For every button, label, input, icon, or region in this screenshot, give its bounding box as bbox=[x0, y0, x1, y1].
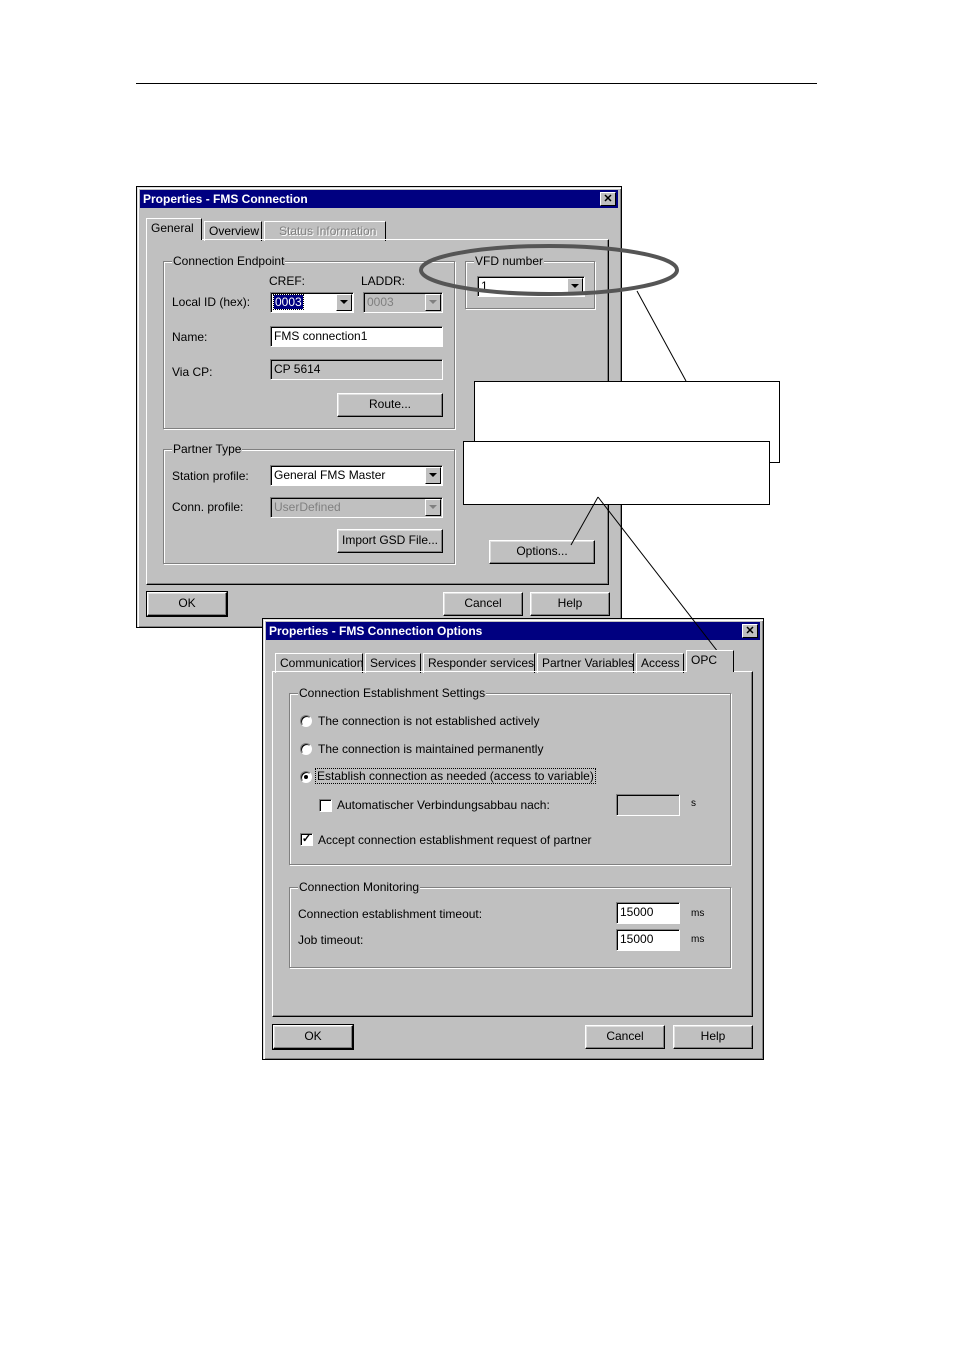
connection-endpoint-title: Connection Endpoint bbox=[172, 254, 286, 268]
chevron-down-icon[interactable] bbox=[567, 278, 583, 295]
conn-profile-combo: UserDefined bbox=[270, 497, 443, 518]
vfd-number-combo[interactable]: 1 bbox=[477, 276, 585, 297]
auto-disconnect-label: Automatischer Verbindungsabbau nach: bbox=[337, 798, 550, 812]
radio-establish-as-needed[interactable] bbox=[300, 771, 312, 783]
auto-disconnect-checkbox[interactable] bbox=[319, 799, 332, 812]
vfd-number-value: 1 bbox=[481, 279, 488, 293]
partner-type-title: Partner Type bbox=[172, 442, 243, 456]
tab-responder-services[interactable]: Responder services bbox=[423, 653, 535, 673]
station-profile-combo[interactable]: General FMS Master bbox=[270, 465, 443, 486]
connection-monitoring-group: Connection Monitoring bbox=[289, 880, 731, 968]
station-profile-value: General FMS Master bbox=[274, 468, 386, 482]
callout-box-bottom bbox=[463, 441, 770, 505]
name-input[interactable]: FMS connection1 bbox=[270, 326, 443, 347]
establishment-settings-title: Connection Establishment Settings bbox=[298, 686, 487, 700]
local-id-label: Local ID (hex): bbox=[172, 295, 251, 309]
cancel-button[interactable]: Cancel bbox=[443, 592, 523, 616]
chevron-down-icon[interactable] bbox=[336, 294, 352, 311]
radio-maintained-permanently-label: The connection is maintained permanently bbox=[318, 742, 544, 756]
chevron-down-icon bbox=[425, 499, 441, 516]
conn-profile-value: UserDefined bbox=[274, 500, 341, 514]
job-timeout-input[interactable]: 15000 bbox=[616, 929, 680, 951]
radio-establish-as-needed-label: Establish connection as needed (access t… bbox=[315, 768, 596, 784]
radio-not-established-label: The connection is not established active… bbox=[318, 714, 540, 728]
auto-disconnect-unit: s bbox=[691, 798, 696, 809]
fms-connection-options-dialog: Properties - FMS Connection Options ✕ Co… bbox=[262, 618, 764, 1060]
local-id-combo[interactable]: 0003 bbox=[270, 292, 354, 313]
ok-button[interactable]: OK bbox=[146, 591, 228, 617]
pointer-line-vfd bbox=[636, 290, 687, 382]
establishment-timeout-input[interactable]: 15000 bbox=[616, 902, 680, 924]
auto-disconnect-input bbox=[616, 794, 680, 816]
accept-request-checkbox[interactable]: ✓ bbox=[300, 833, 313, 846]
close-icon[interactable]: ✕ bbox=[742, 624, 758, 638]
establishment-timeout-label: Connection establishment timeout: bbox=[298, 907, 483, 921]
local-id-value: 0003 bbox=[273, 294, 304, 310]
options-cancel-button[interactable]: Cancel bbox=[585, 1025, 665, 1049]
tab-status-information: Status Information bbox=[264, 221, 386, 241]
establishment-timeout-unit: ms bbox=[691, 908, 705, 919]
route-button[interactable]: Route... bbox=[337, 393, 443, 417]
laddr-label: LADDR: bbox=[361, 274, 406, 288]
accept-request-label: Accept connection establishment request … bbox=[318, 833, 592, 847]
laddr-value: 0003 bbox=[367, 295, 394, 309]
via-cp-label: Via CP: bbox=[172, 365, 213, 379]
close-icon[interactable]: ✕ bbox=[600, 192, 616, 206]
conn-profile-label: Conn. profile: bbox=[172, 500, 244, 514]
options-titlebar: Properties - FMS Connection Options ✕ bbox=[266, 622, 760, 640]
job-timeout-label: Job timeout: bbox=[298, 933, 364, 947]
tab-general[interactable]: General bbox=[146, 218, 202, 240]
tab-opc[interactable]: OPC bbox=[686, 650, 734, 672]
dialog-titlebar: Properties - FMS Connection ✕ bbox=[140, 190, 618, 208]
radio-not-established[interactable] bbox=[300, 715, 312, 727]
laddr-combo: 0003 bbox=[363, 292, 443, 313]
tab-overview[interactable]: Overview bbox=[204, 221, 262, 241]
tab-partner-variables[interactable]: Partner Variables bbox=[537, 653, 634, 673]
connection-monitoring-title: Connection Monitoring bbox=[298, 880, 421, 894]
options-ok-button[interactable]: OK bbox=[272, 1024, 354, 1050]
station-profile-label: Station profile: bbox=[172, 469, 249, 483]
chevron-down-icon[interactable] bbox=[425, 467, 441, 484]
options-help-button[interactable]: Help bbox=[673, 1025, 753, 1049]
vfd-number-title: VFD number bbox=[474, 254, 545, 268]
tab-services[interactable]: Services bbox=[365, 653, 421, 673]
dialog-title: Properties - FMS Connection bbox=[143, 192, 308, 206]
header-rule bbox=[136, 83, 817, 84]
import-gsd-button[interactable]: Import GSD File... bbox=[337, 529, 443, 553]
tab-communication[interactable]: Communication bbox=[275, 653, 363, 673]
via-cp-field: CP 5614 bbox=[270, 359, 443, 380]
tab-access[interactable]: Access bbox=[636, 653, 684, 673]
options-button[interactable]: Options... bbox=[489, 540, 595, 564]
cref-label: CREF: bbox=[269, 274, 305, 288]
options-title: Properties - FMS Connection Options bbox=[269, 624, 483, 638]
name-label: Name: bbox=[172, 330, 208, 344]
help-button[interactable]: Help bbox=[530, 592, 610, 616]
job-timeout-unit: ms bbox=[691, 934, 705, 945]
radio-maintained-permanently[interactable] bbox=[300, 743, 312, 755]
chevron-down-icon bbox=[425, 294, 441, 311]
